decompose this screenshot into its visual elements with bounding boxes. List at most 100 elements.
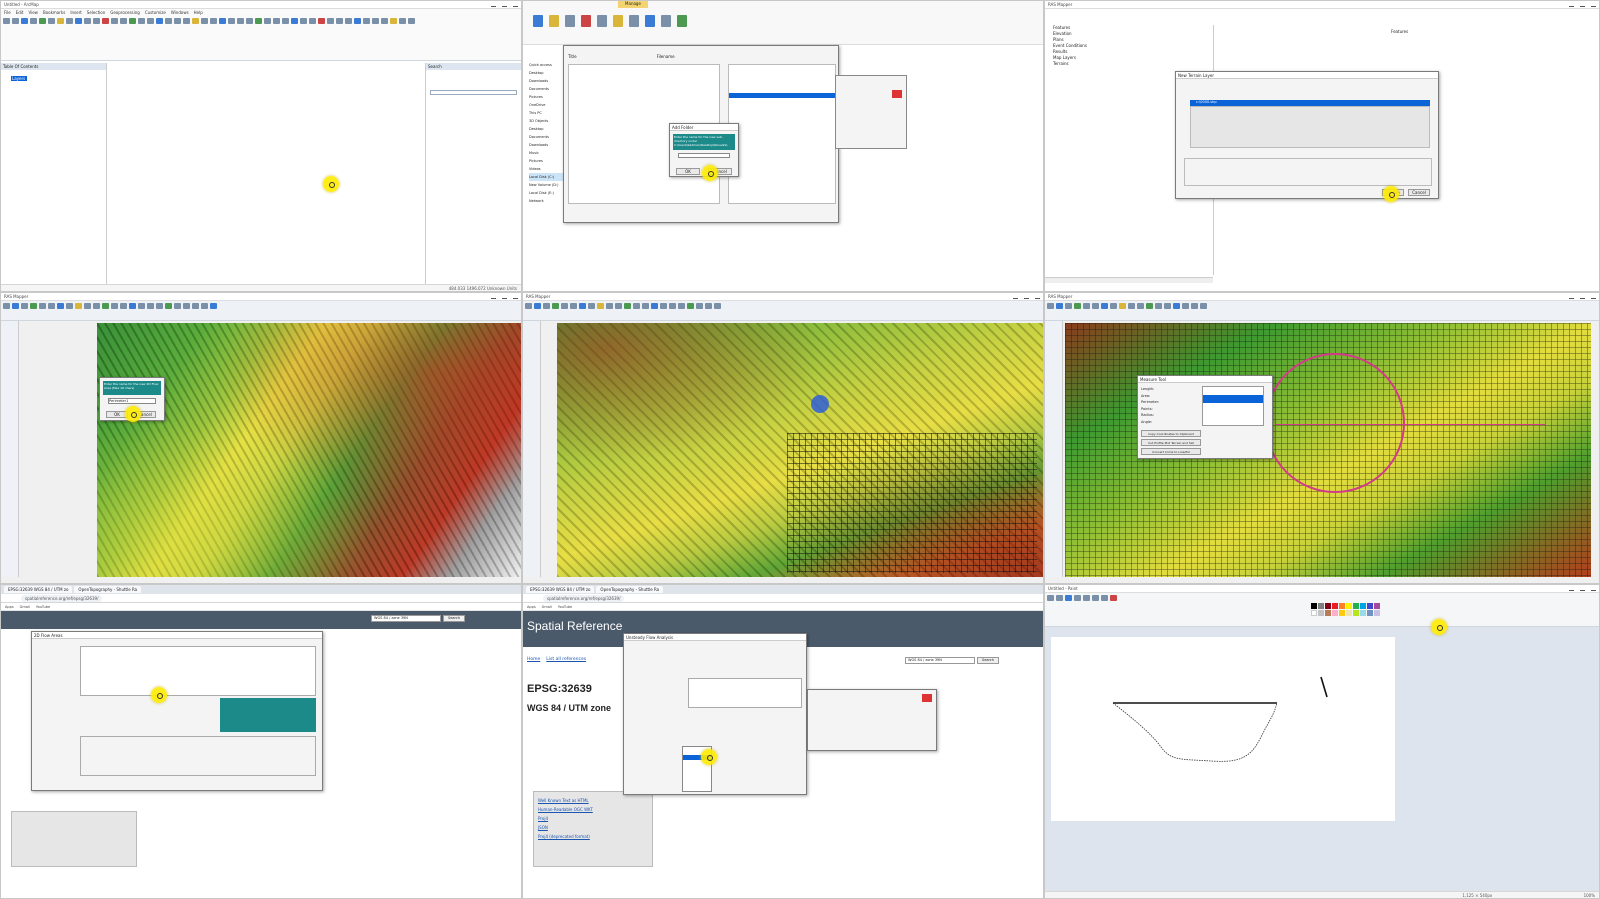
cursor-highlight — [125, 406, 141, 422]
flow-area-name-input[interactable]: Perimeter1 — [108, 398, 156, 404]
add-folder-prompt: Enter the name for the new sub-directory… — [673, 134, 735, 150]
address-bar[interactable]: spatialreference.org/ref/epsg/32639/ — [1, 594, 521, 603]
terrain-map[interactable] — [557, 323, 1043, 577]
toc-layers[interactable]: Layers — [11, 76, 27, 81]
site-search-input[interactable]: WGS 84 / zone 39N — [905, 657, 975, 664]
side-toolbar — [1045, 321, 1063, 577]
paint-canvas[interactable] — [1051, 637, 1395, 821]
link-proj4[interactable]: Proj4 — [538, 814, 648, 823]
address-bar[interactable]: spatialreference.org/ref/epsg/32639/ — [523, 594, 1043, 603]
nav-item[interactable]: Local Disk (E:) — [529, 189, 563, 197]
browser-window-2: EPSG:32639 WGS 84 / UTM zo OpenTopograph… — [522, 584, 1044, 899]
nav-item[interactable]: OneDrive — [529, 101, 563, 109]
map-canvas[interactable] — [109, 63, 421, 285]
menu-insert[interactable]: Insert — [70, 10, 81, 15]
arcmap-title: Untitled - ArcMap — [4, 2, 39, 7]
nav-item[interactable]: Music — [529, 149, 563, 157]
ras-window-2: RAS Mapper — [522, 292, 1044, 584]
tree-item[interactable]: Terrains — [1053, 61, 1213, 67]
copy-coords-button[interactable]: Copy Coordinates to Clipboard — [1141, 430, 1201, 437]
nav-item[interactable]: Documents — [529, 133, 563, 141]
menu-geoprocessing[interactable]: Geoprocessing — [110, 10, 140, 15]
nav-item[interactable]: Quick access — [529, 61, 563, 69]
menu-selection[interactable]: Selection — [87, 10, 105, 15]
info-panel — [220, 698, 316, 732]
flow-area-circle[interactable] — [1265, 353, 1405, 493]
cut-profile-button[interactable]: Cut Profile Plot Terrain and Sat — [1141, 439, 1201, 446]
nav-list-all[interactable]: List all references — [546, 657, 586, 662]
site-search-button[interactable]: Search — [977, 657, 999, 664]
folder-name-input[interactable] — [678, 153, 730, 158]
flow-areas-table[interactable] — [80, 646, 316, 696]
nav-item[interactable]: Pictures — [529, 93, 563, 101]
nav-home[interactable]: Home — [527, 657, 540, 662]
url-text[interactable]: spatialreference.org/ref/epsg/32639/ — [21, 594, 103, 602]
arcmap-menubar: File Edit View Bookmarks Insert Selectio… — [1, 9, 521, 16]
unsteady-flow-title: Unsteady Flow Analysis — [624, 634, 806, 641]
link-ogc-wkt[interactable]: Human-Readable OGC WKT — [538, 805, 648, 814]
cancel-button[interactable]: Cancel — [1408, 189, 1430, 196]
terrain-table[interactable] — [1190, 106, 1430, 148]
nav-item[interactable]: Network — [529, 197, 563, 205]
menu-view[interactable]: View — [28, 10, 38, 15]
search-title: Search — [426, 63, 521, 70]
color-palette[interactable] — [1311, 603, 1380, 616]
side-dialog — [835, 75, 907, 149]
tab-opentopo[interactable]: OpenTopography - Shuttle Ra — [596, 586, 664, 593]
site-search-input[interactable]: WGS 84 / zone 39N — [371, 615, 441, 622]
zoom-level: 100% — [1583, 893, 1595, 898]
menu-edit[interactable]: Edit — [16, 10, 24, 15]
link-wkt-html[interactable]: Well Known Text as HTML — [538, 796, 648, 805]
nav-folder-list: Quick access Desktop Downloads Documents… — [523, 61, 563, 205]
ok-button[interactable]: OK — [676, 168, 700, 175]
menu-file[interactable]: File — [4, 10, 11, 15]
tab-opentopo[interactable]: OpenTopography - Shuttle Ra — [74, 586, 142, 593]
link-proj4-deprecated[interactable]: Proj4 (deprecated format) — [538, 832, 648, 841]
cursor-highlight — [701, 749, 717, 765]
nav-item[interactable]: Desktop — [529, 125, 563, 133]
close-icon[interactable] — [892, 90, 902, 98]
nav-item[interactable]: 3D Objects — [529, 117, 563, 125]
menu-help[interactable]: Help — [194, 10, 203, 15]
ribbon-tab-manage[interactable]: Manage — [618, 1, 648, 8]
window-controls[interactable] — [491, 3, 518, 7]
nav-item[interactable]: Documents — [529, 85, 563, 93]
site-title[interactable]: Spatial Reference — [527, 619, 622, 633]
nav-item[interactable]: Pictures — [529, 157, 563, 165]
menu-customize[interactable]: Customize — [145, 10, 166, 15]
arcmap-titlebar: Untitled - ArcMap — [1, 1, 521, 9]
nav-item[interactable]: Downloads — [529, 77, 563, 85]
flow-area-prompt: Enter the name for the new 2D Flow Area … — [103, 381, 161, 395]
plan-description[interactable] — [688, 678, 802, 708]
terrain-map[interactable] — [97, 323, 521, 577]
browser-tabs: EPSG:32639 WGS 84 / UTM zo OpenTopograph… — [1, 585, 521, 594]
flow-areas-dialog: 2D Flow Areas — [31, 631, 323, 791]
close-icon[interactable] — [922, 694, 932, 702]
site-search-button[interactable]: Search — [443, 615, 465, 622]
menu-windows[interactable]: Windows — [171, 10, 189, 15]
convert-circle-button[interactable]: Convert Circle to Line/Pol — [1141, 448, 1201, 455]
nav-item[interactable]: New Volume (D:) — [529, 181, 563, 189]
coordinate-table[interactable] — [1202, 386, 1264, 426]
tab-epsg[interactable]: EPSG:32639 WGS 84 / UTM zo — [526, 586, 595, 593]
cross-section-sketch — [1112, 676, 1328, 762]
menu-bookmarks[interactable]: Bookmarks — [43, 10, 65, 15]
url-text[interactable]: spatialreference.org/ref/epsg/32639/ — [543, 594, 625, 602]
measure-label: Perimeter: — [1141, 400, 1160, 404]
nav-item[interactable]: This PC — [529, 109, 563, 117]
nav-item[interactable]: Desktop — [529, 69, 563, 77]
nav-item[interactable]: Local Disk (C:) — [529, 173, 563, 181]
link-json[interactable]: JSON — [538, 823, 648, 832]
folder-tree[interactable] — [728, 64, 836, 204]
ras1-toolbar — [1, 301, 521, 321]
selected-folder[interactable] — [729, 93, 835, 98]
nav-item[interactable]: Downloads — [529, 141, 563, 149]
tab-epsg[interactable]: EPSG:32639 WGS 84 / UTM zo — [4, 586, 73, 593]
paint-window: Untitled - Paint 1,125 × 540px 100% — [1044, 584, 1600, 899]
search-input[interactable] — [430, 90, 517, 95]
features-header: Features — [1391, 29, 1409, 34]
nav-item[interactable]: Videos — [529, 165, 563, 173]
blue-point-marker — [811, 395, 829, 413]
add-folder-title: Add Folder — [670, 124, 738, 131]
measure-dialog-title: Measure Tool — [1138, 376, 1272, 383]
